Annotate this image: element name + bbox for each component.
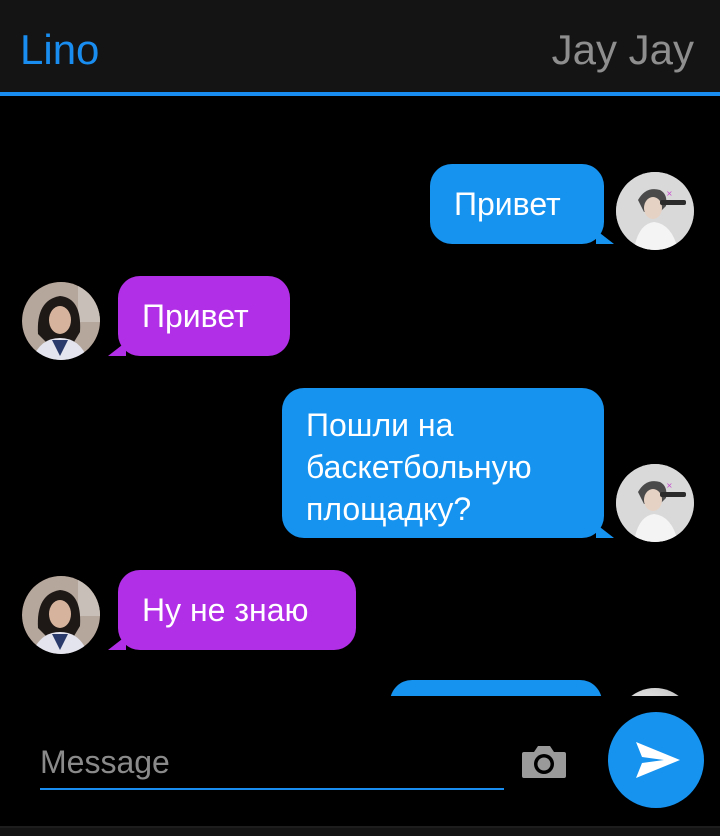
svg-text:×: × (666, 481, 673, 490)
boy-avatar[interactable] (616, 688, 694, 696)
send-button[interactable] (608, 712, 704, 808)
message-list[interactable]: Привет × Привет Пошли на баскетбольную п… (0, 96, 720, 696)
sender-name[interactable]: Lino (20, 26, 99, 74)
bubble-tail (596, 524, 614, 538)
incoming-message-bubble[interactable]: Ну не знаю (118, 570, 356, 650)
svg-text:×: × (666, 189, 673, 198)
message-row: Привет (0, 276, 720, 360)
camera-icon[interactable] (520, 744, 568, 780)
message-row: Ну не знаю (0, 570, 720, 654)
message-input[interactable] (40, 736, 504, 790)
bottom-bar (0, 826, 720, 836)
camera-icon-graphic (522, 746, 566, 778)
message-row (0, 680, 720, 696)
recipient-name[interactable]: Jay Jay (552, 26, 694, 74)
bubble-tail (596, 230, 614, 244)
avatar-photo: × (616, 172, 694, 250)
boy-avatar[interactable]: × (616, 172, 694, 250)
message-composer (0, 696, 720, 836)
boy-avatar[interactable]: × (616, 464, 694, 542)
outgoing-message-bubble[interactable] (390, 680, 602, 696)
avatar-photo (22, 282, 100, 360)
send-icon (636, 742, 680, 778)
incoming-message-bubble[interactable]: Привет (118, 276, 290, 356)
girl-avatar[interactable] (22, 576, 100, 654)
outgoing-message-bubble[interactable]: Пошли на баскетбольную площадку? (282, 388, 604, 538)
message-row: Привет × (0, 164, 720, 250)
girl-avatar[interactable] (22, 282, 100, 360)
chat-screen: Lino Jay Jay Привет × Привет Пошли на ба… (0, 0, 720, 836)
outgoing-message-bubble[interactable]: Привет (430, 164, 604, 244)
avatar-photo: × (616, 464, 694, 542)
chat-header: Lino Jay Jay (0, 0, 720, 96)
message-row: Пошли на баскетбольную площадку? × (0, 388, 720, 542)
avatar-photo (22, 576, 100, 654)
